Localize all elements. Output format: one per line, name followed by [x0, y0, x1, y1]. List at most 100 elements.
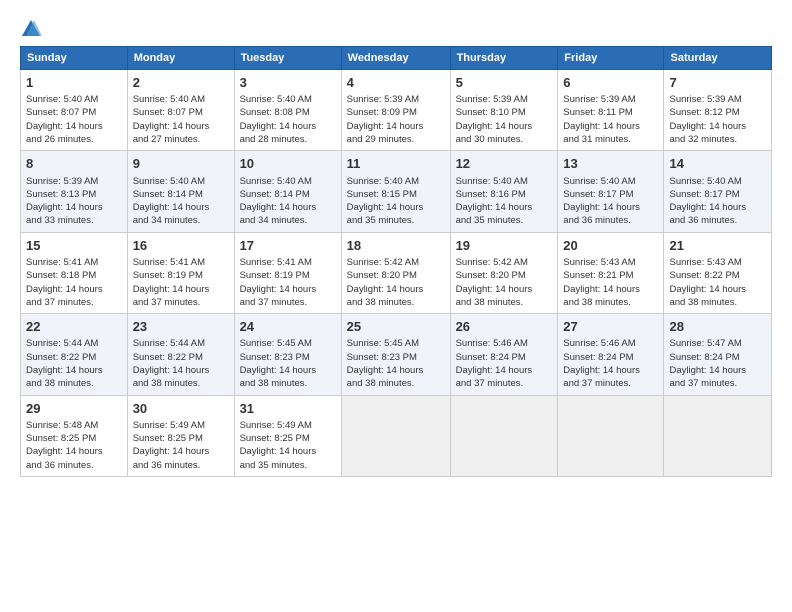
- day-number: 26: [456, 318, 553, 336]
- day-info: and 38 minutes.: [347, 377, 445, 390]
- day-number: 18: [347, 237, 445, 255]
- day-info: Daylight: 14 hours: [456, 120, 553, 133]
- calendar-cell: 18Sunrise: 5:42 AMSunset: 8:20 PMDayligh…: [341, 232, 450, 313]
- day-info: Sunset: 8:19 PM: [133, 269, 229, 282]
- day-info: Daylight: 14 hours: [669, 283, 766, 296]
- day-number: 19: [456, 237, 553, 255]
- day-info: Daylight: 14 hours: [26, 364, 122, 377]
- calendar-cell: 3Sunrise: 5:40 AMSunset: 8:08 PMDaylight…: [234, 70, 341, 151]
- calendar-header: SundayMondayTuesdayWednesdayThursdayFrid…: [21, 47, 772, 70]
- day-info: and 37 minutes.: [563, 377, 658, 390]
- day-number: 23: [133, 318, 229, 336]
- day-info: Sunset: 8:12 PM: [669, 106, 766, 119]
- day-info: Sunset: 8:20 PM: [456, 269, 553, 282]
- day-number: 20: [563, 237, 658, 255]
- day-info: Sunrise: 5:40 AM: [456, 175, 553, 188]
- calendar-cell: 7Sunrise: 5:39 AMSunset: 8:12 PMDaylight…: [664, 70, 772, 151]
- calendar-cell: 9Sunrise: 5:40 AMSunset: 8:14 PMDaylight…: [127, 151, 234, 232]
- day-info: Daylight: 14 hours: [133, 445, 229, 458]
- day-info: Sunrise: 5:42 AM: [456, 256, 553, 269]
- day-info: Sunrise: 5:44 AM: [26, 337, 122, 350]
- day-info: Sunrise: 5:40 AM: [133, 175, 229, 188]
- day-number: 7: [669, 74, 766, 92]
- day-info: Daylight: 14 hours: [563, 201, 658, 214]
- calendar-table: SundayMondayTuesdayWednesdayThursdayFrid…: [20, 46, 772, 477]
- calendar-cell: [664, 395, 772, 476]
- day-number: 27: [563, 318, 658, 336]
- calendar-cell: 28Sunrise: 5:47 AMSunset: 8:24 PMDayligh…: [664, 314, 772, 395]
- calendar-cell: 26Sunrise: 5:46 AMSunset: 8:24 PMDayligh…: [450, 314, 558, 395]
- calendar-cell: [558, 395, 664, 476]
- day-info: Sunrise: 5:39 AM: [456, 93, 553, 106]
- day-info: Sunset: 8:25 PM: [240, 432, 336, 445]
- day-info: Sunrise: 5:40 AM: [133, 93, 229, 106]
- calendar-cell: 22Sunrise: 5:44 AMSunset: 8:22 PMDayligh…: [21, 314, 128, 395]
- day-info: and 38 minutes.: [563, 296, 658, 309]
- day-info: Sunset: 8:10 PM: [456, 106, 553, 119]
- day-info: Daylight: 14 hours: [133, 120, 229, 133]
- header-cell-friday: Friday: [558, 47, 664, 70]
- day-number: 25: [347, 318, 445, 336]
- day-info: Sunrise: 5:39 AM: [347, 93, 445, 106]
- calendar-cell: 12Sunrise: 5:40 AMSunset: 8:16 PMDayligh…: [450, 151, 558, 232]
- day-info: Daylight: 14 hours: [563, 120, 658, 133]
- day-number: 5: [456, 74, 553, 92]
- day-number: 22: [26, 318, 122, 336]
- day-info: Daylight: 14 hours: [669, 364, 766, 377]
- header-cell-monday: Monday: [127, 47, 234, 70]
- day-info: Daylight: 14 hours: [240, 283, 336, 296]
- calendar-cell: 16Sunrise: 5:41 AMSunset: 8:19 PMDayligh…: [127, 232, 234, 313]
- day-info: Daylight: 14 hours: [563, 283, 658, 296]
- day-info: Sunset: 8:14 PM: [133, 188, 229, 201]
- calendar-cell: 10Sunrise: 5:40 AMSunset: 8:14 PMDayligh…: [234, 151, 341, 232]
- day-info: and 38 minutes.: [240, 377, 336, 390]
- calendar-cell: 19Sunrise: 5:42 AMSunset: 8:20 PMDayligh…: [450, 232, 558, 313]
- day-info: Sunrise: 5:48 AM: [26, 419, 122, 432]
- day-info: Daylight: 14 hours: [347, 283, 445, 296]
- day-number: 12: [456, 155, 553, 173]
- day-info: Sunset: 8:16 PM: [456, 188, 553, 201]
- calendar-cell: 15Sunrise: 5:41 AMSunset: 8:18 PMDayligh…: [21, 232, 128, 313]
- day-info: Sunrise: 5:39 AM: [563, 93, 658, 106]
- calendar-cell: 2Sunrise: 5:40 AMSunset: 8:07 PMDaylight…: [127, 70, 234, 151]
- header-row: SundayMondayTuesdayWednesdayThursdayFrid…: [21, 47, 772, 70]
- calendar-cell: 11Sunrise: 5:40 AMSunset: 8:15 PMDayligh…: [341, 151, 450, 232]
- day-info: Daylight: 14 hours: [347, 201, 445, 214]
- day-info: Sunrise: 5:41 AM: [26, 256, 122, 269]
- day-number: 30: [133, 400, 229, 418]
- calendar-cell: 1Sunrise: 5:40 AMSunset: 8:07 PMDaylight…: [21, 70, 128, 151]
- day-info: Sunset: 8:07 PM: [26, 106, 122, 119]
- calendar-cell: 24Sunrise: 5:45 AMSunset: 8:23 PMDayligh…: [234, 314, 341, 395]
- day-info: Daylight: 14 hours: [347, 120, 445, 133]
- day-info: and 36 minutes.: [563, 214, 658, 227]
- day-info: Sunset: 8:21 PM: [563, 269, 658, 282]
- day-number: 13: [563, 155, 658, 173]
- day-info: Daylight: 14 hours: [240, 445, 336, 458]
- day-info: Sunrise: 5:45 AM: [347, 337, 445, 350]
- header-cell-thursday: Thursday: [450, 47, 558, 70]
- calendar-cell: 4Sunrise: 5:39 AMSunset: 8:09 PMDaylight…: [341, 70, 450, 151]
- day-info: and 28 minutes.: [240, 133, 336, 146]
- calendar-cell: 21Sunrise: 5:43 AMSunset: 8:22 PMDayligh…: [664, 232, 772, 313]
- calendar-cell: 29Sunrise: 5:48 AMSunset: 8:25 PMDayligh…: [21, 395, 128, 476]
- day-info: Sunset: 8:17 PM: [669, 188, 766, 201]
- day-info: and 34 minutes.: [240, 214, 336, 227]
- day-number: 2: [133, 74, 229, 92]
- page: SundayMondayTuesdayWednesdayThursdayFrid…: [0, 0, 792, 612]
- day-number: 15: [26, 237, 122, 255]
- day-info: Sunrise: 5:40 AM: [563, 175, 658, 188]
- calendar-body: 1Sunrise: 5:40 AMSunset: 8:07 PMDaylight…: [21, 70, 772, 477]
- day-info: and 38 minutes.: [133, 377, 229, 390]
- day-info: Sunrise: 5:41 AM: [133, 256, 229, 269]
- day-info: Sunrise: 5:40 AM: [26, 93, 122, 106]
- day-number: 24: [240, 318, 336, 336]
- header-cell-saturday: Saturday: [664, 47, 772, 70]
- day-info: Sunset: 8:11 PM: [563, 106, 658, 119]
- calendar-cell: 30Sunrise: 5:49 AMSunset: 8:25 PMDayligh…: [127, 395, 234, 476]
- day-info: and 36 minutes.: [26, 459, 122, 472]
- day-number: 16: [133, 237, 229, 255]
- day-info: Daylight: 14 hours: [240, 120, 336, 133]
- day-info: Sunset: 8:23 PM: [240, 351, 336, 364]
- calendar-week-3: 15Sunrise: 5:41 AMSunset: 8:18 PMDayligh…: [21, 232, 772, 313]
- day-info: Sunset: 8:07 PM: [133, 106, 229, 119]
